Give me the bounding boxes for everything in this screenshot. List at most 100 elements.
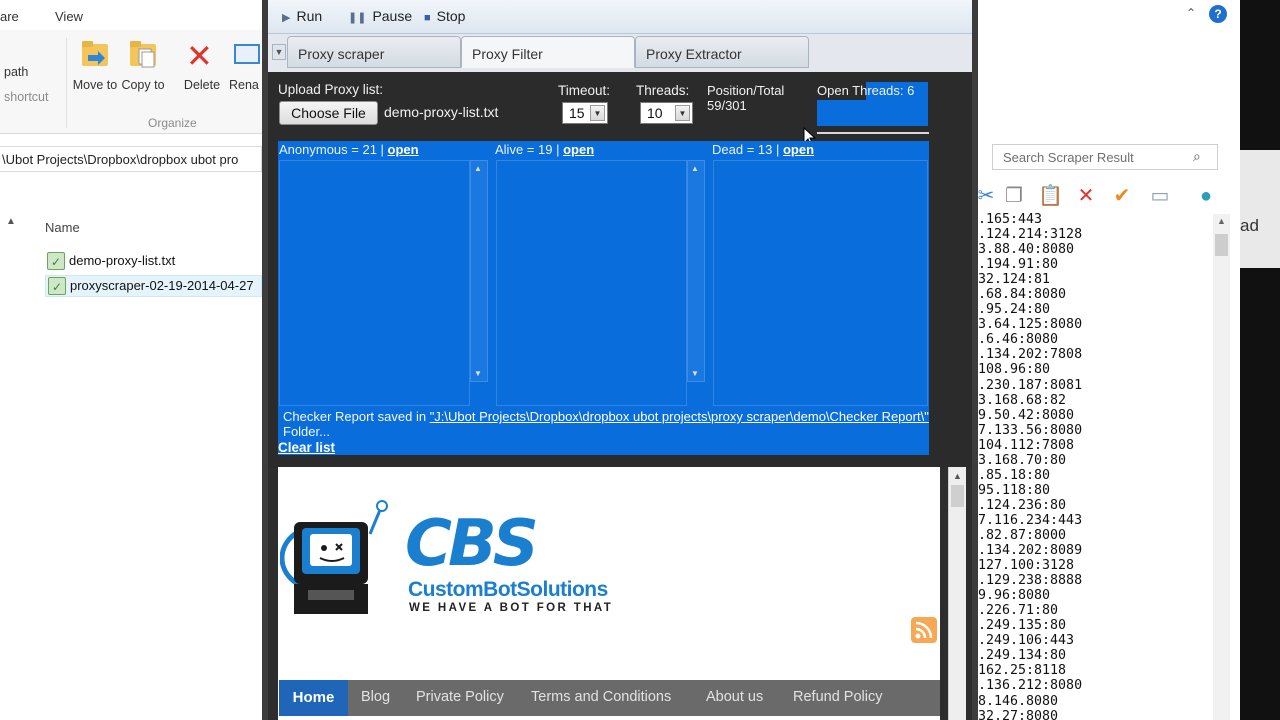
scraper-result-list[interactable]: .165:443.124.214:3128 3.88.40:8080.194.91… xyxy=(978,212,1218,720)
help-icon[interactable]: ? xyxy=(1209,5,1227,23)
open-anonymous-link[interactable]: open xyxy=(388,142,419,157)
copy-icon[interactable]: ❐ xyxy=(1002,184,1026,208)
proxy-line: .194.91:80 xyxy=(978,257,1059,273)
proxy-line: 7.116.234:443 xyxy=(978,512,1083,528)
result-scrollbar[interactable]: ▲ xyxy=(1213,214,1230,720)
brand-name: CustomBotSolutions xyxy=(408,578,608,601)
proxy-line: .82.87:8000 xyxy=(978,527,1067,543)
position-label: Position/Total xyxy=(707,83,785,98)
play-icon: ▶ xyxy=(282,12,291,24)
browser-scrollbar[interactable]: ▲ xyxy=(948,467,966,720)
alive-list[interactable] xyxy=(496,160,687,406)
move-to-folder-icon xyxy=(82,41,108,66)
anonymous-count: Anonymous = 21 | xyxy=(279,142,384,157)
file-item-proxyscraper[interactable]: proxyscraper-02-19-2014-04-27 xyxy=(45,275,262,297)
search-input[interactable]: Search Scraper Result xyxy=(992,144,1218,170)
proxy-line: 32.27:8080 xyxy=(978,708,1059,720)
ribbon-tab-share[interactable]: are xyxy=(0,9,19,24)
copy-path-button[interactable]: path xyxy=(4,65,28,80)
column-header-name[interactable]: Name xyxy=(45,220,80,235)
proxy-line: .68.84:8080 xyxy=(978,287,1067,303)
proxy-line: 9.50.42:8080 xyxy=(978,407,1075,423)
delete-icon[interactable]: ✕ xyxy=(1074,184,1098,208)
ribbon: path shortcut Move to Copy to ✕ Delete R… xyxy=(0,30,262,134)
paste-icon[interactable]: 📋 xyxy=(1038,184,1063,208)
dead-count: Dead = 13 | xyxy=(712,142,780,157)
text-file-icon xyxy=(47,252,65,272)
proxy-line: .165:443 xyxy=(978,212,1043,227)
pause-label: Pause xyxy=(372,8,413,24)
scroll-up-icon[interactable]: ▲ xyxy=(953,471,962,481)
threads-select[interactable]: 10 ▼ xyxy=(640,102,693,124)
alive-scrollbar[interactable]: ▲ ▼ xyxy=(687,160,705,382)
check-icon[interactable]: ✔ xyxy=(1110,184,1134,208)
open-dead-link[interactable]: open xyxy=(783,142,814,157)
right-ribbon-area: ⌃ ? xyxy=(978,0,1240,136)
clear-list-link[interactable]: Clear list xyxy=(278,440,335,455)
nav-private-policy[interactable]: Private Policy xyxy=(416,689,504,705)
file-item-demo-proxy-list[interactable]: demo-proxy-list.txt xyxy=(45,251,262,273)
tab-strip: Proxy scraper Proxy Filter Proxy Extract… xyxy=(268,34,972,72)
pause-button[interactable]: ❚❚ Pause xyxy=(348,8,412,24)
stop-button[interactable]: ■ Stop xyxy=(424,8,465,24)
proxy-line: .249.135:80 xyxy=(978,618,1067,634)
scroll-up-icon[interactable]: ▲ xyxy=(1217,216,1226,226)
search-icon[interactable]: ⌕ xyxy=(1193,148,1201,165)
scroll-thumb[interactable] xyxy=(951,485,964,507)
tab-proxy-filter[interactable]: Proxy Filter xyxy=(461,36,635,68)
delete-button[interactable]: Delete xyxy=(180,78,224,93)
nav-terms[interactable]: Terms and Conditions xyxy=(531,689,671,705)
run-button[interactable]: ▶ Run xyxy=(282,8,322,24)
open-threads-bar xyxy=(817,100,928,126)
background-panel xyxy=(1240,150,1280,268)
proxy-line: .124.236:80 xyxy=(978,497,1067,513)
copy-to-button[interactable]: Copy to xyxy=(120,78,166,93)
nav-refund-policy[interactable]: Refund Policy xyxy=(793,689,882,705)
paste-shortcut-button[interactable]: shortcut xyxy=(4,90,48,105)
report-prefix: Checker Report saved in xyxy=(283,409,430,424)
dead-list[interactable] xyxy=(713,160,928,406)
threads-label: Threads: xyxy=(636,83,690,98)
scroll-up-icon[interactable]: ▲ xyxy=(6,216,16,227)
collapse-ribbon-icon[interactable]: ⌃ xyxy=(1186,6,1196,20)
open-alive-link[interactable]: open xyxy=(563,142,594,157)
position-value: 59/301 xyxy=(707,98,747,113)
rename-button[interactable]: Rena xyxy=(229,78,259,93)
upload-label: Upload Proxy list: xyxy=(278,82,384,97)
proxy-line: 104.112:7808 xyxy=(978,437,1075,453)
tab-proxy-extractor[interactable]: Proxy Extractor xyxy=(635,36,809,68)
anonymous-header: Anonymous = 21 | open xyxy=(279,142,419,157)
address-bar[interactable]: \Ubot Projects\Dropbox\dropbox ubot pro xyxy=(0,146,262,172)
toolbar: ▶ Run ❚❚ Pause ■ Stop xyxy=(268,0,972,34)
alive-header: Alive = 19 | open xyxy=(495,142,594,157)
nav-blog[interactable]: Blog xyxy=(361,689,390,705)
proxy-line: .136.212:8080 xyxy=(978,678,1083,694)
proxy-line: 3.88.40:8080 xyxy=(978,242,1075,258)
anonymous-list[interactable] xyxy=(279,160,470,406)
timeout-label: Timeout: xyxy=(558,83,611,98)
anonymous-scrollbar[interactable]: ▲ ▼ xyxy=(470,160,488,382)
cut-icon[interactable]: ✂ xyxy=(974,184,998,208)
globe-icon[interactable]: ● xyxy=(1194,184,1218,208)
rss-icon[interactable] xyxy=(911,617,937,643)
proxy-line: .6.46:8080 xyxy=(978,332,1059,348)
run-label: Run xyxy=(296,8,323,24)
tab-scroll-down-icon[interactable]: ▼ xyxy=(272,44,286,60)
open-threads-label: Open Threads: 6 xyxy=(817,83,915,98)
chevron-down-icon: ▼ xyxy=(675,105,690,121)
tab-proxy-scraper[interactable]: Proxy scraper xyxy=(287,36,461,68)
pause-icon: ❚❚ xyxy=(348,12,367,24)
report-folder-link[interactable]: "J:\Ubot Projects\Dropbox\dropbox ubot p… xyxy=(430,409,929,424)
move-to-button[interactable]: Move to xyxy=(72,78,118,93)
nav-home[interactable]: Home xyxy=(279,680,348,716)
ribbon-tab-view[interactable]: View xyxy=(55,9,83,24)
choose-file-button[interactable]: Choose File xyxy=(279,101,378,125)
nav-about[interactable]: About us xyxy=(706,689,763,705)
timeout-select[interactable]: 15 ▼ xyxy=(562,102,608,124)
partial-text: ad xyxy=(1240,216,1259,235)
rename-icon[interactable]: ▭ xyxy=(1148,184,1172,208)
ribbon-tab-bar: are View xyxy=(0,0,262,30)
delete-icon: ✕ xyxy=(186,38,213,74)
scroll-thumb[interactable] xyxy=(1215,234,1228,256)
proxy-line: .249.106:443 xyxy=(978,633,1075,649)
